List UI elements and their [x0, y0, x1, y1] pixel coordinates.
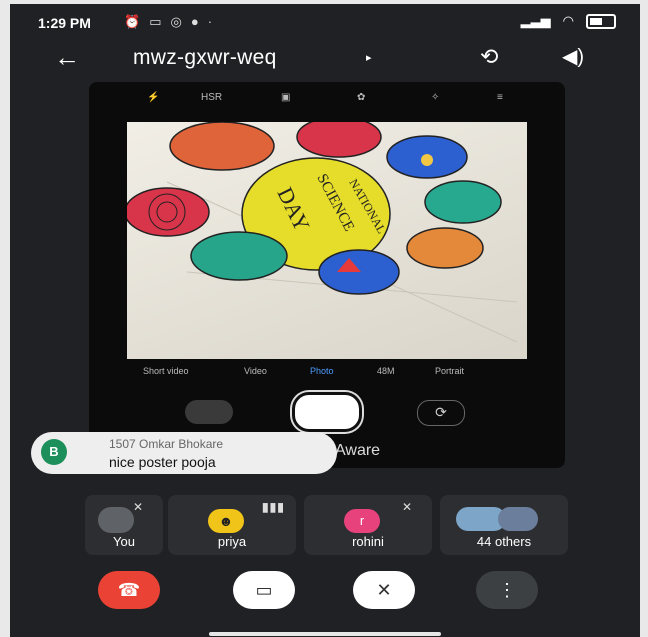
location-icon: ● — [190, 14, 199, 29]
shutter-button — [292, 392, 362, 432]
meeting-header: ← mwz-gxwr-weq ▸ ⟲ ◀) — [10, 38, 640, 80]
status-right-icons: ▂▃▅ ◠ — [521, 13, 616, 29]
gallery-thumbnail — [185, 400, 233, 424]
shared-screen: ⚡ HSR ▣ ✿ ✧ ≡ NATIONAL SCIENCE DAY Short… — [89, 82, 565, 468]
avatar: r — [344, 509, 380, 533]
signal-icon: ▂▃▅ — [520, 13, 551, 28]
meeting-details-chevron-icon[interactable]: ▸ — [366, 51, 372, 64]
chat-message-toast[interactable]: B 1507 Omkar Bhokare nice poster pooja — [31, 432, 337, 474]
participant-tile-rohini[interactable]: ✕ r rohini — [304, 495, 432, 555]
poster-circle-green — [190, 231, 288, 281]
mic-off-icon: ✕ — [376, 580, 392, 600]
participant-tile-priya[interactable]: ▮▮▮ ☻ priya — [168, 495, 296, 555]
more-options-button[interactable]: ⋮ — [476, 571, 538, 609]
camera-toolbar-hsr: HSR — [201, 92, 223, 103]
dot-icon: · — [207, 14, 213, 29]
chat-message-text: nice poster pooja — [109, 454, 216, 470]
mode-video: Video — [244, 366, 267, 376]
mode-48m: 48M — [377, 366, 395, 376]
participant-name: priya — [217, 534, 247, 549]
flash-off-icon: ⚡ — [147, 92, 160, 103]
wifi-icon: ◠ — [562, 13, 574, 28]
camera-modes: Short video Video Photo 48M Portrait — [89, 366, 565, 380]
filter-icon: ✿ — [357, 92, 366, 103]
sender-name: 1507 Omkar Bhokare — [109, 437, 224, 451]
instagram-icon: ◎ — [170, 14, 182, 29]
overlay-text: Aware — [335, 442, 381, 459]
menu-icon: ≡ — [497, 92, 503, 103]
poster-circle-red-left — [127, 187, 210, 237]
poster-circle-red-top — [296, 122, 382, 158]
mic-off-icon: ✕ — [133, 500, 144, 514]
more-vert-icon: ⋮ — [498, 580, 516, 600]
status-left-icons: ⏰ ▭ ◎ ● · — [124, 14, 212, 30]
poster-photo: NATIONAL SCIENCE DAY — [127, 122, 527, 359]
home-indicator — [209, 632, 441, 636]
avatar — [98, 507, 134, 533]
avatar: ☻ — [208, 509, 244, 533]
mode-short-video: Short video — [143, 366, 189, 376]
avatar — [498, 507, 538, 531]
mode-portrait: Portrait — [435, 366, 465, 376]
switch-camera-icon[interactable]: ⟲ — [480, 44, 498, 70]
participant-tile-others[interactable]: 44 others — [440, 495, 568, 555]
participant-name: 44 others — [476, 534, 532, 549]
alarm-icon: ⏰ — [124, 14, 141, 29]
mode-photo: Photo — [310, 366, 334, 376]
phone-screen: 1:29 PM ⏰ ▭ ◎ ● · ▂▃▅ ◠ ← mwz-gxwr-weq ▸… — [10, 4, 640, 637]
status-time: 1:29 PM — [38, 15, 91, 31]
hang-up-icon: ☎ — [117, 580, 141, 600]
video-record-icon: ▭ — [149, 14, 162, 29]
camera-off-icon: ▭ — [255, 580, 273, 600]
camera-off-button[interactable]: ▭ — [233, 571, 295, 609]
ai-icon: ▣ — [281, 92, 291, 103]
poster-drawing: NATIONAL SCIENCE DAY — [127, 122, 518, 343]
sender-avatar: B — [41, 439, 67, 465]
poster-circle-orange-right — [406, 227, 484, 269]
poster-circle-orange — [169, 122, 275, 171]
participant-name: rohini — [352, 534, 384, 549]
camera-switch-icon: ⟳ — [417, 400, 465, 426]
back-arrow-icon[interactable]: ← — [54, 42, 80, 73]
speaking-indicator-icon: ▮▮▮ — [262, 500, 285, 514]
battery-icon — [586, 13, 616, 29]
end-call-button[interactable]: ☎ — [98, 571, 160, 609]
participant-name: You — [113, 534, 135, 549]
mic-off-icon: ✕ — [402, 500, 413, 514]
beauty-icon: ✧ — [431, 92, 440, 103]
camera-toolbar: ⚡ HSR ▣ ✿ ✧ ≡ — [89, 92, 565, 112]
status-bar: 1:29 PM ⏰ ▭ ◎ ● · ▂▃▅ ◠ — [10, 4, 640, 42]
speaker-icon[interactable]: ◀) — [562, 44, 584, 69]
poster-circle-teal — [424, 180, 502, 224]
mic-off-button[interactable]: ✕ — [353, 571, 415, 609]
meeting-code[interactable]: mwz-gxwr-weq — [133, 46, 277, 70]
participant-tile-you[interactable]: ✕ You — [85, 495, 163, 555]
